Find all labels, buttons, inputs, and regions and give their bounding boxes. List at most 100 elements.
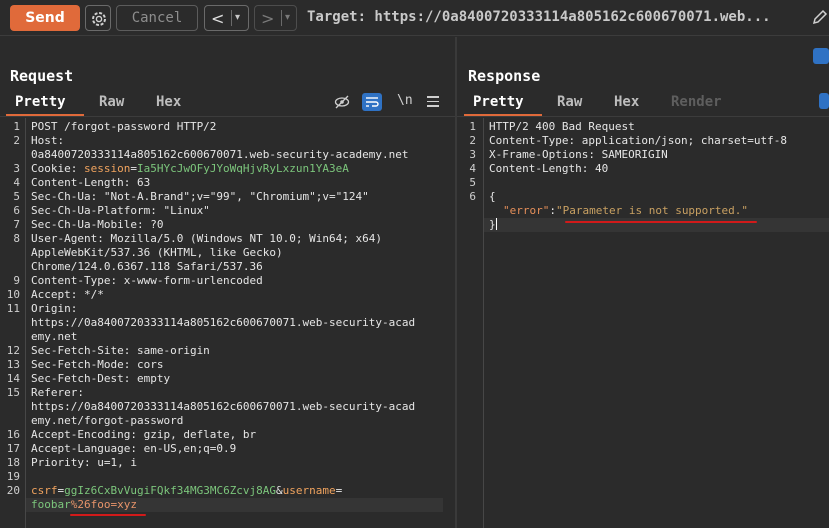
code-line: Sec-Ch-Ua-Platform: "Linux" bbox=[31, 204, 210, 217]
back-arrow-icon: < bbox=[211, 9, 225, 28]
tab-response-pretty[interactable]: Pretty bbox=[473, 94, 524, 110]
target-url: Target: https://0a8400720333114a805162c6… bbox=[307, 9, 771, 25]
code-line: X-Frame-Options: SAMEORIGIN bbox=[489, 148, 668, 161]
tab-response-render[interactable]: Render bbox=[671, 94, 722, 110]
annotation-underline bbox=[565, 221, 757, 223]
code-line: emy.net bbox=[31, 330, 78, 343]
line-number: 11 bbox=[6, 302, 20, 315]
line-number: 17 bbox=[6, 442, 20, 455]
line-number: 4 bbox=[13, 176, 20, 189]
line-number: 15 bbox=[6, 386, 20, 399]
code-line: Accept-Encoding: gzip, deflate, br bbox=[31, 428, 257, 441]
line-number: 10 bbox=[6, 288, 20, 301]
param-name: username bbox=[282, 484, 336, 497]
forward-arrow-icon: > bbox=[261, 9, 275, 28]
request-title: Request bbox=[10, 67, 74, 85]
tab-request-raw[interactable]: Raw bbox=[99, 94, 124, 110]
line-number: 1 bbox=[469, 120, 476, 133]
code-line: Content-Length: 40 bbox=[489, 162, 609, 175]
line-number: 18 bbox=[6, 456, 20, 469]
code-line: Cookie: session=Ia5HYcJwOFyJYoWqHjvRyLxz… bbox=[31, 162, 349, 176]
code-line: Origin: bbox=[31, 302, 78, 315]
line-number: 6 bbox=[13, 204, 20, 217]
settings-button[interactable] bbox=[85, 5, 111, 31]
code-line: HTTP/2 400 Bad Request bbox=[489, 120, 635, 133]
code-line: Sec-Ch-Ua: "Not-A.Brand";v="99", "Chromi… bbox=[31, 190, 369, 203]
tab-strip-border bbox=[457, 116, 829, 117]
hide-non-printable-icon[interactable] bbox=[334, 94, 350, 110]
layout-toggle-icon[interactable] bbox=[813, 48, 829, 64]
code-line: Chrome/124.0.6367.118 Safari/537.36 bbox=[31, 260, 263, 273]
code-line: Referer: bbox=[31, 386, 84, 399]
code-line: Host: bbox=[31, 134, 71, 147]
wrap-lines-button[interactable] bbox=[362, 93, 382, 111]
response-gutter bbox=[483, 118, 484, 528]
forward-button[interactable]: > ▾ bbox=[254, 5, 297, 31]
code-line: Content-Type: application/json; charset=… bbox=[489, 134, 788, 147]
cancel-button[interactable]: Cancel bbox=[116, 5, 198, 31]
ampersand: & bbox=[276, 484, 283, 497]
param-name: csrf bbox=[31, 484, 58, 497]
cookie-value: Ia5HYcJwOFyJYoWqHjvRyLxzun1YA3eA bbox=[136, 162, 349, 175]
code-line: emy.net/forgot-password bbox=[31, 414, 184, 427]
tab-request-hex[interactable]: Hex bbox=[156, 94, 181, 110]
code-line: { bbox=[489, 190, 496, 203]
code-line: Sec-Fetch-Site: same-origin bbox=[31, 344, 210, 357]
menu-icon[interactable] bbox=[427, 96, 439, 110]
request-gutter bbox=[25, 118, 26, 528]
code-line: POST /forgot-password HTTP/2 bbox=[31, 120, 217, 133]
show-newlines-button[interactable]: \n bbox=[397, 93, 413, 108]
code-line: User-Agent: Mozilla/5.0 (Windows NT 10.0… bbox=[31, 232, 382, 245]
code-line: 0a8400720333114a805162c600670071.web-sec… bbox=[31, 148, 409, 161]
code-line: Sec-Fetch-Mode: cors bbox=[31, 358, 164, 371]
cookie-name: session bbox=[83, 162, 131, 175]
line-number: 7 bbox=[13, 218, 20, 231]
panel-divider[interactable] bbox=[455, 37, 457, 528]
line-number: 4 bbox=[469, 162, 476, 175]
code-line: Priority: u=1, i bbox=[31, 456, 137, 469]
line-number: 14 bbox=[6, 372, 20, 385]
line-number: 8 bbox=[13, 232, 20, 245]
code-line: https://0a8400720333114a805162c600670071… bbox=[31, 400, 416, 413]
equals: = bbox=[335, 484, 343, 497]
json-colon: : bbox=[549, 204, 556, 217]
line-number: 13 bbox=[6, 358, 20, 371]
line-number: 20 bbox=[6, 484, 20, 497]
tab-strip-border bbox=[0, 116, 455, 117]
inspector-toggle-icon[interactable] bbox=[819, 93, 829, 109]
line-number: 2 bbox=[13, 134, 20, 147]
send-button[interactable]: Send bbox=[10, 5, 80, 31]
separator bbox=[231, 10, 232, 26]
equals: = bbox=[130, 162, 137, 175]
chevron-down-icon[interactable]: ▾ bbox=[285, 12, 290, 23]
code-line: AppleWebKit/537.36 (KHTML, like Gecko) bbox=[31, 246, 283, 259]
code-line: https://0a8400720333114a805162c600670071… bbox=[31, 316, 416, 329]
line-number: 16 bbox=[6, 428, 20, 441]
json-value: "Parameter is not supported." bbox=[555, 204, 749, 217]
line-number: 3 bbox=[469, 148, 476, 161]
code-line: } bbox=[489, 218, 497, 232]
line-number: 5 bbox=[469, 176, 476, 189]
code-line: foobar%26foo=xyz bbox=[31, 498, 137, 512]
tab-request-pretty[interactable]: Pretty bbox=[15, 94, 66, 110]
code-line: Sec-Fetch-Dest: empty bbox=[31, 372, 171, 385]
wrap-lines-icon bbox=[366, 97, 379, 107]
line-number: 3 bbox=[13, 162, 20, 175]
code-line: Content-Length: 63 bbox=[31, 176, 151, 189]
header-name: Cookie: bbox=[31, 162, 84, 175]
edit-pencil-icon[interactable] bbox=[811, 8, 829, 26]
line-number: 5 bbox=[13, 190, 20, 203]
code-line: "error":"Parameter is not supported." bbox=[503, 204, 748, 218]
tab-response-raw[interactable]: Raw bbox=[557, 94, 582, 110]
line-number: 1 bbox=[13, 120, 20, 133]
line-number: 6 bbox=[469, 190, 476, 203]
toolbar: Send Cancel < ▾ > ▾ Target: https://0a84… bbox=[0, 0, 829, 36]
chevron-down-icon[interactable]: ▾ bbox=[235, 12, 240, 23]
response-title: Response bbox=[468, 67, 541, 85]
code-line: Accept: */* bbox=[31, 288, 104, 301]
tab-response-hex[interactable]: Hex bbox=[614, 94, 639, 110]
code-line: csrf = ggIz6CxBvVugiFQkf34MG3MC6Zcvj8AG&us… bbox=[31, 484, 342, 498]
back-button[interactable]: < ▾ bbox=[204, 5, 249, 31]
code-line: Accept-Language: en-US,en;q=0.9 bbox=[31, 442, 237, 455]
gear-icon bbox=[92, 12, 106, 26]
